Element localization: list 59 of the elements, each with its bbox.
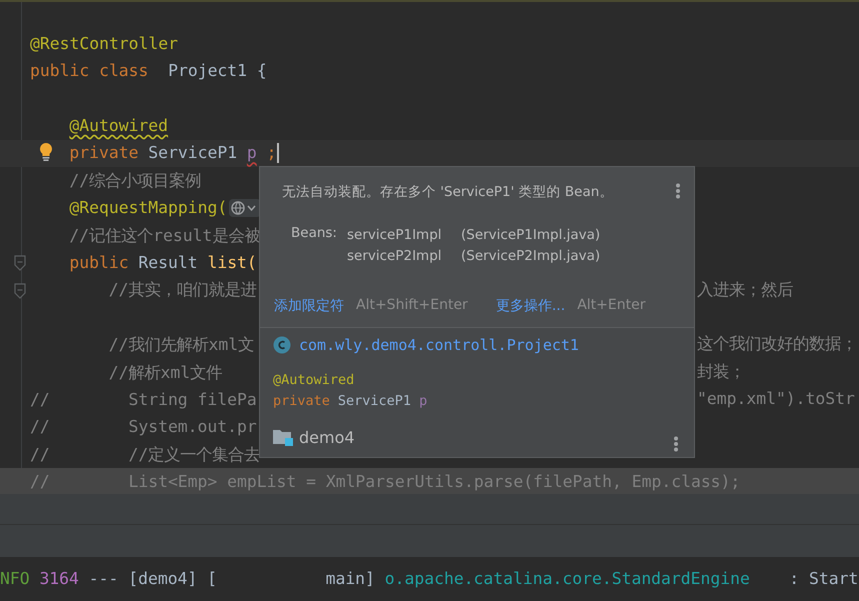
code-token: p — [419, 392, 428, 411]
code-comment: // — [30, 417, 50, 437]
code-token: ServiceP1 — [338, 392, 412, 411]
bean-file: (ServiceP1Impl.java) — [460, 226, 600, 245]
class-icon — [273, 336, 291, 354]
code-comment: // — [30, 390, 50, 410]
globe-icon[interactable] — [229, 199, 262, 218]
code-token: p — [246, 143, 257, 164]
code-comment: System.out.pr — [128, 417, 257, 437]
shortcut-hint: Alt+Enter — [577, 297, 646, 315]
code-comment: "emp.xml").toStr — [697, 389, 855, 409]
code-comment: //记住这个result是会被 — [69, 226, 260, 246]
code-comment: 这个我们改好的数据； — [697, 334, 857, 354]
log-text: 3164 — [39, 569, 79, 589]
bean-file: (ServiceP2Impl.java) — [460, 247, 600, 266]
code-comment: String filePa — [128, 390, 257, 410]
code-comment: 封装； — [697, 362, 745, 382]
code-token: private — [273, 392, 330, 411]
log-text: NFO — [0, 569, 30, 589]
code-token: @RestController — [30, 34, 178, 54]
code-comment: //解析xml文件 — [108, 362, 222, 382]
log-text: o.apache.catalina.core.StandardEngine — [384, 569, 750, 589]
code-comment: // — [30, 444, 50, 464]
code-token: public class — [30, 61, 148, 81]
fold-icon[interactable] — [14, 255, 26, 272]
fold-icon[interactable] — [14, 282, 26, 299]
code-comment: 入进来；然后 — [697, 280, 793, 300]
text-caret — [277, 143, 280, 164]
more-options-icon[interactable] — [673, 436, 679, 452]
module-folder-icon — [273, 428, 293, 446]
code-token: ; — [266, 143, 276, 164]
error-message: 无法自动装配。存在多个 'ServiceP1' 类型的 Bean。 — [282, 183, 614, 201]
code-comment: // — [30, 472, 50, 492]
code-token: list( — [207, 252, 257, 273]
module-name: demo4 — [299, 428, 355, 446]
code-annotation: @Autowired — [273, 371, 356, 390]
code-token: Project1 { — [168, 61, 267, 81]
lightbulb-icon[interactable] — [38, 142, 54, 162]
code-comment: //定义一个集合去 — [128, 444, 260, 464]
log-text: : Start — [789, 569, 858, 589]
log-text: --- [demo4] [ main] — [88, 569, 375, 589]
code-token: @RequestMapping( — [69, 198, 228, 218]
code-comment: List<Emp> empList = XmlParserUtils.parse(filePath, Emp.class); — [128, 472, 740, 492]
class-path[interactable]: com.wly.demo4.controll.Project1 — [299, 336, 579, 354]
code-comment: //其实，咱们就是进 — [108, 280, 256, 300]
code-comment: //我们先解析xml文 — [108, 335, 254, 355]
code-comment: //综合小项目案例 — [69, 170, 202, 190]
shortcut-hint: Alt+Shift+Enter — [356, 297, 468, 315]
code-token: public — [69, 252, 129, 273]
action-link[interactable]: 添加限定符 — [274, 297, 344, 315]
action-link[interactable]: 更多操作... — [496, 297, 566, 315]
bean-name: serviceP1Impl — [346, 226, 443, 245]
code-token: ServiceP1 — [148, 143, 238, 164]
beans-label: Beans: — [291, 225, 337, 243]
code-token: private — [69, 143, 138, 164]
code-token: Result — [138, 252, 198, 273]
more-options-icon[interactable] — [675, 183, 681, 199]
code-token: @Autowired — [69, 116, 168, 136]
bean-name: serviceP2Impl — [346, 247, 443, 266]
